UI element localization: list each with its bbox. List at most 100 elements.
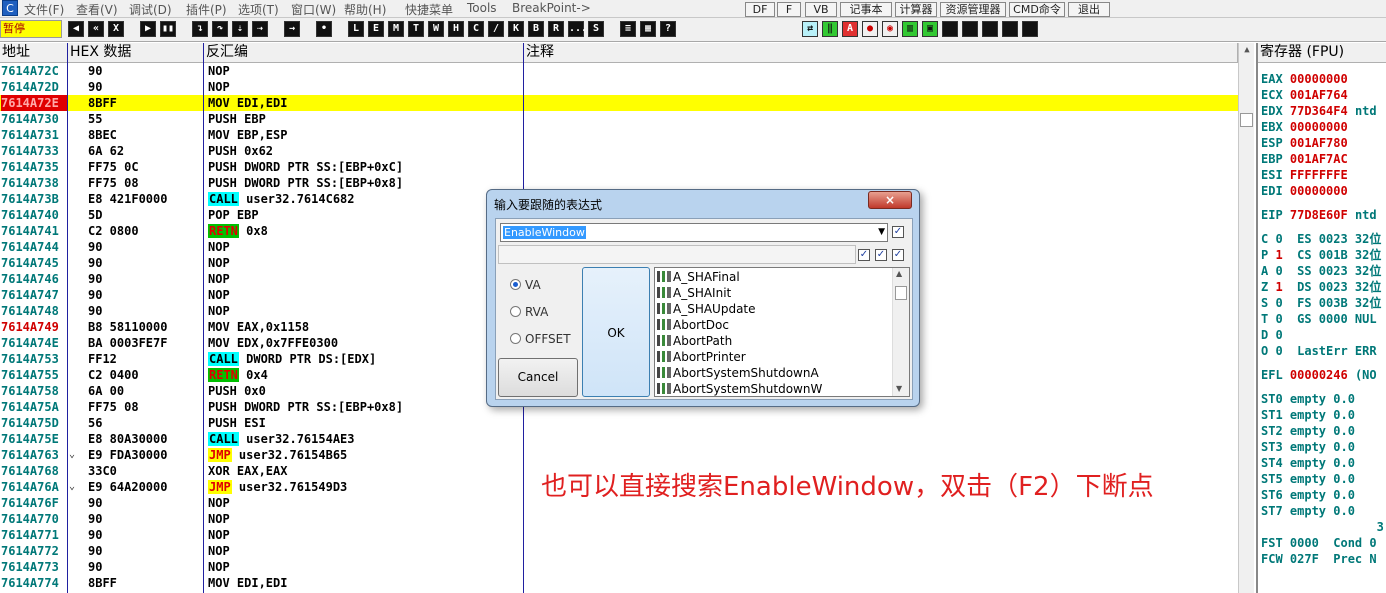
menu-window[interactable]: 窗口(W) — [291, 1, 336, 17]
register-line[interactable]: EBX 00000000 — [1261, 119, 1348, 135]
scroll-up-icon[interactable]: ▲ — [896, 269, 902, 278]
radio-rva[interactable]: RVA — [510, 305, 548, 319]
menu-shortcuts[interactable]: 快捷菜单 — [405, 1, 453, 17]
registers-pane[interactable]: 寄存器 (FPU) EAX 00000000 ECX 001AF764 EDX 77… — [1256, 43, 1386, 593]
handles-window-button[interactable]: H — [448, 21, 464, 37]
disasm-row[interactable]: 7614A773 90 NOP — [0, 559, 1238, 575]
register-line[interactable]: EDX 77D364F4 ntd — [1261, 103, 1377, 119]
disasm-row[interactable]: 7614A75D 56 PUSH ESI — [0, 415, 1238, 431]
disasm-row[interactable]: 7614A735 FF75 0C PUSH DWORD PTR SS:[EBP+0x… — [0, 159, 1238, 175]
f-button[interactable]: F — [777, 2, 801, 17]
hex-column-header[interactable]: HEX 数据 — [68, 43, 204, 63]
log-window-button[interactable]: L — [348, 21, 364, 37]
blank-tool-1-icon[interactable] — [942, 21, 958, 37]
radio-va[interactable]: VA — [510, 278, 541, 292]
disasm-row[interactable]: 7614A774 8BFF MOV EDI,EDI — [0, 575, 1238, 591]
register-line[interactable]: ESI FFFFFFFE — [1261, 167, 1348, 183]
register-line[interactable]: EFL 00000246 (NO — [1261, 367, 1377, 383]
ok-button[interactable]: OK — [582, 267, 650, 397]
settings-icon[interactable]: ≡ — [620, 21, 636, 37]
explorer-button[interactable]: 资源管理器 — [940, 2, 1006, 17]
menu-debug[interactable]: 调试(D) — [129, 1, 172, 17]
blank-tool-5-icon[interactable] — [1022, 21, 1038, 37]
disasm-row[interactable]: 7614A771 90 NOP — [0, 527, 1238, 543]
chevron-down-icon[interactable]: ▼ — [878, 224, 885, 241]
symbol-list-item[interactable]: A_SHAInit — [657, 285, 731, 301]
register-line[interactable]: EBP 001AF7AC — [1261, 151, 1348, 167]
disasm-row[interactable]: 7614A72C 90 NOP — [0, 63, 1238, 79]
disasm-row[interactable]: 7614A733 6A 62 PUSH 0x62 — [0, 143, 1238, 159]
references-window-button[interactable]: R — [548, 21, 564, 37]
register-line[interactable]: ST3 empty 0.0 — [1261, 439, 1355, 455]
disasm-column-header[interactable]: 反汇编 — [204, 43, 524, 63]
register-line[interactable]: ECX 001AF764 — [1261, 87, 1348, 103]
disasm-row[interactable]: 7614A72E 8BFF MOV EDI,EDI — [0, 95, 1238, 111]
comment-column-header[interactable]: 注释 — [524, 43, 1238, 63]
trace-into-icon[interactable]: ⇣ — [232, 21, 248, 37]
symbol-list-item[interactable]: AbortPath — [657, 333, 732, 349]
plugin-icon[interactable]: ‖ — [822, 21, 838, 37]
symbol-list-scroll-thumb[interactable] — [895, 286, 907, 300]
rewind-icon[interactable]: « — [88, 21, 104, 37]
open-icon[interactable]: ◀ — [68, 21, 84, 37]
register-line[interactable]: P 1 CS 001B 32位 — [1261, 247, 1381, 263]
menu-plugins[interactable]: 插件(P) — [186, 1, 227, 17]
disasm-row[interactable]: 7614A772 90 NOP — [0, 543, 1238, 559]
blank-tool-4-icon[interactable] — [1002, 21, 1018, 37]
windows-window-button[interactable]: W — [428, 21, 444, 37]
symbol-list-item[interactable]: A_SHAUpdate — [657, 301, 756, 317]
scroll-down-icon[interactable]: ▼ — [896, 384, 902, 393]
symbol-list-item[interactable]: AbortPrinter — [657, 349, 746, 365]
vb-button[interactable]: VB — [805, 2, 837, 17]
disasm-row[interactable]: 7614A72D 90 NOP — [0, 79, 1238, 95]
option-checkbox-2[interactable]: ✓ — [875, 249, 887, 261]
menu-file[interactable]: 文件(F) — [24, 1, 64, 17]
register-line[interactable]: D 0 — [1261, 327, 1283, 343]
step-over-icon[interactable]: ↷ — [212, 21, 228, 37]
blank-tool-2-icon[interactable] — [962, 21, 978, 37]
patches-window-button[interactable]: / — [488, 21, 504, 37]
help-icon[interactable]: ? — [660, 21, 676, 37]
disasm-row[interactable]: 7614A770 90 NOP — [0, 511, 1238, 527]
disasm-row[interactable]: 7614A730 55 PUSH EBP — [0, 111, 1238, 127]
cmd-button[interactable]: CMD命令 — [1009, 2, 1065, 17]
modules-window-button[interactable]: E — [368, 21, 384, 37]
record-icon[interactable]: ● — [862, 21, 878, 37]
register-line[interactable]: T 0 GS 0000 NUL — [1261, 311, 1377, 327]
close-program-icon[interactable]: X — [108, 21, 124, 37]
symbol-list[interactable]: AccessCheckAbortSystemShutdownWAbortSyst… — [654, 267, 910, 397]
register-line[interactable]: ST5 empty 0.0 — [1261, 471, 1355, 487]
grid-icon[interactable]: ▥ — [902, 21, 918, 37]
threads-window-button[interactable]: T — [408, 21, 424, 37]
option-checkbox-1[interactable]: ✓ — [858, 249, 870, 261]
option-checkbox-3[interactable]: ✓ — [892, 249, 904, 261]
symbol-list-item[interactable]: A_SHAFinal — [657, 269, 740, 285]
execute-till-return-icon[interactable]: → — [284, 21, 300, 37]
pause-icon[interactable]: ▮▮ — [160, 21, 176, 37]
expression-input[interactable]: EnableWindow ▼ — [500, 223, 888, 242]
register-line[interactable]: O 0 LastErr ERR — [1261, 343, 1377, 359]
scroll-up-icon[interactable]: ▲ — [1241, 45, 1253, 57]
trace-over-icon[interactable]: ⇢ — [252, 21, 268, 37]
memory-window-button[interactable]: M — [388, 21, 404, 37]
expression-checkbox[interactable]: ✓ — [892, 226, 904, 238]
register-line[interactable]: ST6 empty 0.0 — [1261, 487, 1355, 503]
register-line[interactable]: EAX 00000000 — [1261, 71, 1348, 87]
run-trace-window-button[interactable]: ... — [568, 21, 587, 37]
disasm-row[interactable]: 7614A75E E8 80A30000 CALL user32.76154AE3 — [0, 431, 1238, 447]
exit-button[interactable]: 退出 — [1068, 2, 1110, 17]
disasm-row[interactable]: 7614A731 8BEC MOV EBP,ESP — [0, 127, 1238, 143]
options-icon[interactable]: ▦ — [640, 21, 656, 37]
menu-tools[interactable]: Tools — [467, 1, 497, 15]
step-into-icon[interactable]: ↴ — [192, 21, 208, 37]
goto-icon[interactable]: • — [316, 21, 332, 37]
source-window-button[interactable]: S — [588, 21, 604, 37]
register-line[interactable]: EIP 77D8E60F ntd — [1261, 207, 1377, 223]
disassembly-scrollbar[interactable]: ▲ — [1238, 43, 1254, 593]
symbol-list-item[interactable]: AbortDoc — [657, 317, 729, 333]
cancel-button[interactable]: Cancel — [498, 358, 578, 397]
callstack-window-button[interactable]: K — [508, 21, 524, 37]
symbol-list-scrollbar[interactable]: ▲ ▼ — [892, 268, 909, 396]
a-plugin-icon[interactable]: A — [842, 21, 858, 37]
calculator-button[interactable]: 计算器 — [895, 2, 937, 17]
